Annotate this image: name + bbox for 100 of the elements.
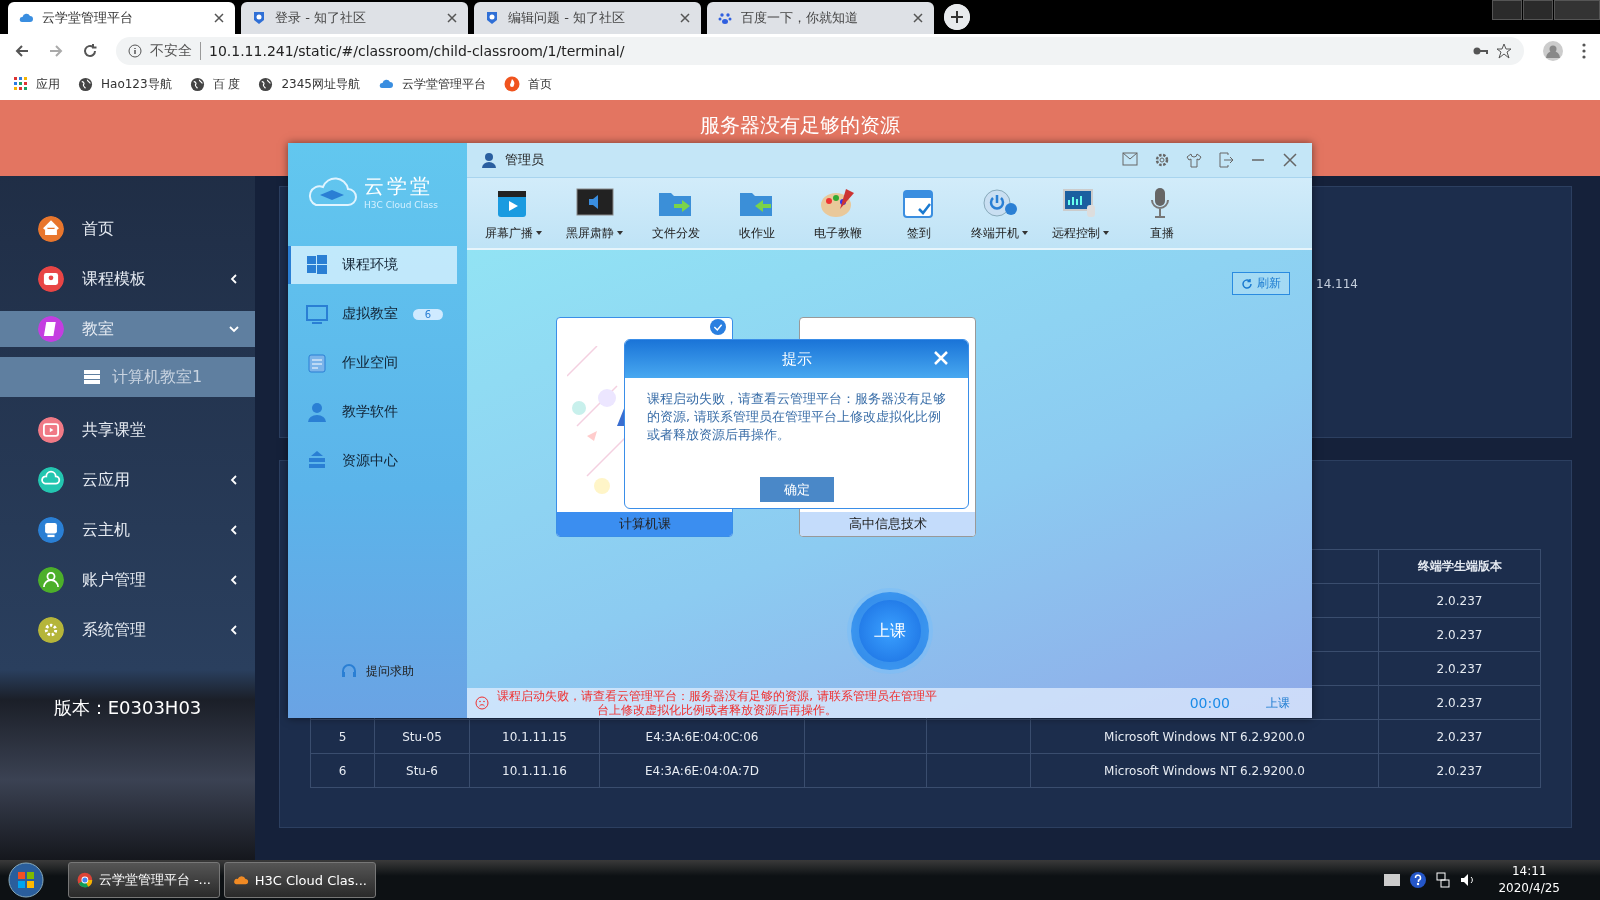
taskbar-button[interactable]: H3C Cloud Clas... xyxy=(224,862,376,898)
bookmark-link[interactable]: Hao123导航 xyxy=(101,75,172,93)
browser-tab[interactable]: 编辑问题 - 知了社区 xyxy=(474,2,701,34)
table-cell: 2.0.237 xyxy=(1379,754,1541,788)
toolbar-button[interactable]: 直播 xyxy=(1121,178,1202,248)
sidebar-item[interactable]: 课程模板 xyxy=(0,254,255,304)
clock[interactable]: 14:11 2020/4/25 xyxy=(1498,863,1560,897)
table-cell: 10.1.11.15 xyxy=(470,720,600,754)
globe-icon xyxy=(258,76,274,92)
sidebar-item[interactable]: 云应用 xyxy=(0,455,255,505)
table-cell: 2.0.237 xyxy=(1379,652,1541,686)
menu-label: 课程模板 xyxy=(82,268,147,290)
server-icon xyxy=(84,370,100,384)
sidebar-item[interactable]: 共享课堂 xyxy=(0,405,255,455)
logout-icon[interactable] xyxy=(1218,152,1234,168)
sidebar-item[interactable]: 云主机 xyxy=(0,505,255,555)
nav-label: 作业空间 xyxy=(342,354,398,372)
menu-label: 云主机 xyxy=(82,519,131,541)
tool-label: 电子教鞭 xyxy=(813,224,862,242)
menu-icon[interactable] xyxy=(1582,43,1586,59)
sidebar-item[interactable]: 账户管理 xyxy=(0,555,255,605)
toolbar-button[interactable]: 签到 xyxy=(878,178,959,248)
nav-label: 课程环境 xyxy=(342,256,398,274)
reload-icon[interactable] xyxy=(82,43,98,59)
new-tab-icon[interactable] xyxy=(944,4,970,30)
ok-button[interactable]: 确定 xyxy=(759,477,834,502)
browser-tab[interactable]: 登录 - 知了社区 xyxy=(241,2,468,34)
caret-icon[interactable] xyxy=(536,231,542,235)
tool-label: 签到 xyxy=(906,224,931,242)
table-cell: 10.1.11.16 xyxy=(470,754,600,788)
chevron-icon[interactable] xyxy=(229,575,239,585)
address-bar[interactable]: 不安全 10.1.11.241/static/#/classroom/child-classroom/1/terminal/ xyxy=(116,37,1524,65)
app-logo-title: 云学堂 xyxy=(364,172,434,200)
menu-label: 系统管理 xyxy=(82,619,147,641)
nav-label: 教学软件 xyxy=(342,403,398,421)
help-link[interactable]: 提问求助 xyxy=(288,662,467,680)
chevron-icon[interactable] xyxy=(229,274,239,284)
bookmark-link[interactable]: 百 度 xyxy=(212,75,241,93)
tab-title: 百度一下，你就知道 xyxy=(741,9,859,27)
shield-icon xyxy=(484,10,500,26)
profile-icon[interactable] xyxy=(1542,40,1564,62)
nav-item[interactable]: 资源中心 xyxy=(288,442,457,480)
version-text: 版本：E0303H03 xyxy=(52,696,203,720)
toolbar-button[interactable]: 收作业 xyxy=(716,178,797,248)
nav-item[interactable]: 虚拟教室 6 xyxy=(288,295,457,333)
nav-item[interactable]: 教学软件 xyxy=(288,393,457,431)
browser-tab[interactable]: 百度一下，你就知道 xyxy=(707,2,934,34)
nav-label: 虚拟教室 xyxy=(342,305,398,323)
shirt-icon[interactable] xyxy=(1186,152,1202,168)
table-cell: 5 xyxy=(311,720,375,754)
caret-icon[interactable] xyxy=(617,231,623,235)
bookmark-link[interactable]: 2345网址导航 xyxy=(281,75,360,93)
caret-icon[interactable] xyxy=(1022,231,1028,235)
headset-icon xyxy=(340,662,358,680)
toolbar-button[interactable]: 屏幕广播 xyxy=(473,178,554,248)
caret-icon[interactable] xyxy=(1103,231,1109,235)
back-icon[interactable] xyxy=(14,43,30,59)
refresh-icon xyxy=(1241,277,1253,290)
apps-grid-icon xyxy=(14,77,28,91)
table-cell: Stu-6 xyxy=(375,754,470,788)
browser-tab[interactable]: 云学堂管理平台 xyxy=(8,2,235,34)
help-icon[interactable] xyxy=(1410,872,1427,888)
banner-message: 服务器没有足够的资源 xyxy=(699,112,901,139)
bookmark-link[interactable]: 云学堂管理平台 xyxy=(402,75,486,93)
chevron-icon[interactable] xyxy=(229,475,239,485)
sidebar-item[interactable]: 首页 xyxy=(0,204,255,254)
windows-icon xyxy=(306,254,328,276)
sidebar-item[interactable]: 教室 xyxy=(0,311,255,347)
chevron-icon[interactable] xyxy=(229,525,239,535)
sidebar-item[interactable]: 系统管理 xyxy=(0,605,255,655)
keyboard-icon[interactable] xyxy=(1384,874,1401,886)
tool-label: 远程控制 xyxy=(1052,224,1100,242)
nav-item[interactable]: 课程环境 xyxy=(288,246,457,284)
shield-icon xyxy=(251,10,267,26)
settings-icon[interactable] xyxy=(1154,152,1170,168)
toolbar-button[interactable]: 终端开机 xyxy=(959,178,1040,248)
network-icon[interactable] xyxy=(1436,872,1451,888)
bookmark-link[interactable]: 应用 xyxy=(36,75,60,93)
nav-label: 资源中心 xyxy=(342,452,398,470)
mail-icon[interactable] xyxy=(1122,152,1138,166)
toolbar-button[interactable]: 黑屏肃静 xyxy=(554,178,635,248)
taskbar-button[interactable]: 云学堂管理平台 -... xyxy=(68,862,220,898)
globe-icon xyxy=(78,76,93,92)
toolbar-button[interactable]: 电子教鞭 xyxy=(797,178,878,248)
notebook-icon xyxy=(306,352,328,374)
nav-item[interactable]: 作业空间 xyxy=(288,344,457,382)
tool-label: 终端开机 xyxy=(971,224,1019,242)
table-cell: 6 xyxy=(311,754,375,788)
chevron-icon[interactable] xyxy=(229,625,239,635)
bookmark-link[interactable]: 首页 xyxy=(528,75,552,93)
start-button[interactable] xyxy=(6,861,46,899)
url-text: 10.1.11.241/static/#/classroom/child-classroom/1/terminal/ xyxy=(209,43,625,59)
toolbar-button[interactable]: 文件分发 xyxy=(635,178,716,248)
user-icon xyxy=(306,401,328,423)
toolbar-button[interactable]: 远程控制 xyxy=(1040,178,1121,248)
table-cell: 2.0.237 xyxy=(1379,686,1541,720)
timer-text: 00:00 xyxy=(1189,695,1230,711)
dialog-message: 课程启动失败，请查看云管理平台：服务器没有足够的资源, 请联系管理员在管理平台上修改虚拟化比例或者释放资源后再操作。 xyxy=(646,390,947,444)
security-label: 不安全 xyxy=(150,42,201,60)
star-icon[interactable] xyxy=(1496,43,1512,59)
